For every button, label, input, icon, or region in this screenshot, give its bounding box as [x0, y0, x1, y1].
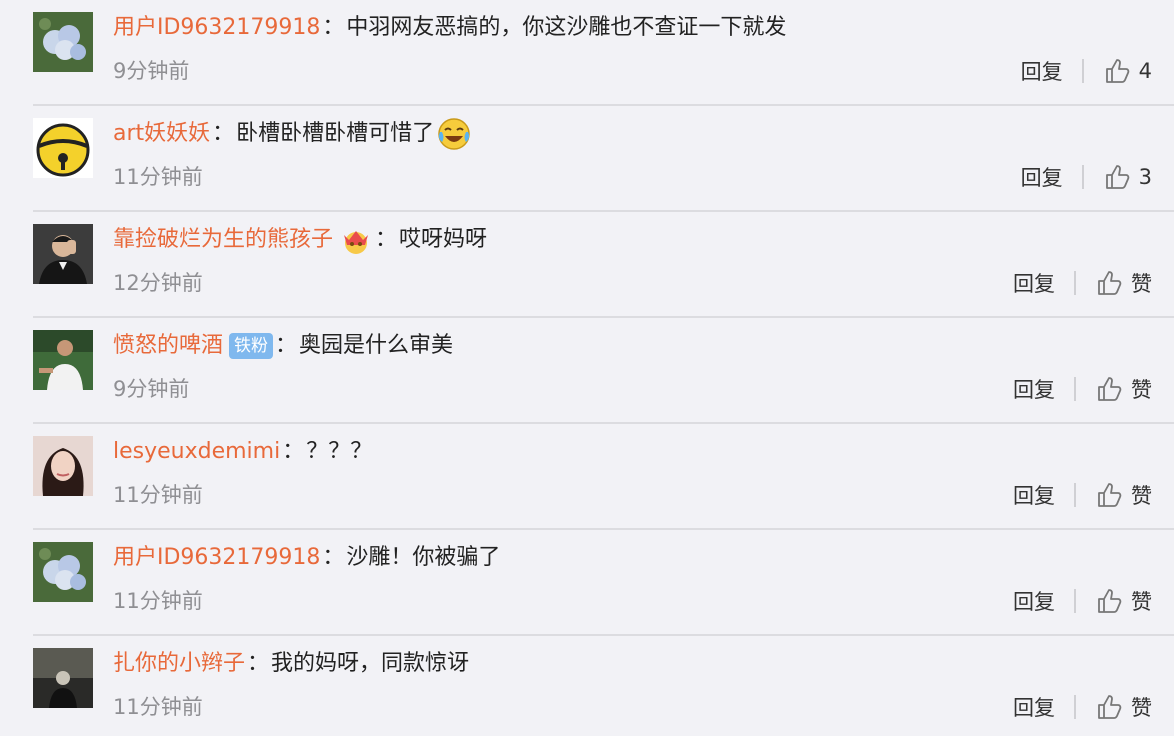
- divider: [1074, 695, 1076, 719]
- like-button[interactable]: 4: [1103, 57, 1152, 85]
- timestamp: 11分钟前: [113, 589, 203, 613]
- woman-portrait-avatar[interactable]: [33, 436, 93, 496]
- username-link[interactable]: 扎你的小辫子: [113, 646, 245, 682]
- yellow-bell-avatar[interactable]: [33, 118, 93, 178]
- like-label: 赞: [1131, 590, 1152, 614]
- like-count: 4: [1138, 59, 1152, 83]
- reply-button[interactable]: 回复: [1013, 374, 1055, 404]
- comment-text: 中羽网友恶搞的，你这沙雕也不查证一下就发: [346, 15, 787, 40]
- comment-actions: 回复 4: [1021, 56, 1152, 86]
- hydrangea-avatar[interactable]: [33, 12, 93, 72]
- username-link[interactable]: 用户ID9632179918: [113, 10, 320, 46]
- man-in-suit-avatar[interactable]: [33, 224, 93, 284]
- comment-line: art妖妖妖：卧槽卧槽卧槽可惜了: [113, 116, 472, 152]
- timestamp: 12分钟前: [113, 271, 203, 295]
- divider: [1081, 165, 1084, 189]
- separator: ：: [375, 227, 398, 252]
- reply-button[interactable]: 回复: [1013, 480, 1055, 510]
- comment-actions: 回复 赞: [1013, 374, 1152, 404]
- timestamp: 9分钟前: [113, 59, 190, 83]
- comment-text: 哎呀妈呀: [399, 227, 488, 252]
- comment-list: 用户ID9632179918：中羽网友恶搞的，你这沙雕也不查证一下就发 9分钟前…: [0, 0, 1174, 736]
- comment-text: 卧槽卧槽卧槽可惜了: [236, 121, 435, 146]
- comment-line: 用户ID9632179918：中羽网友恶搞的，你这沙雕也不查证一下就发: [113, 10, 786, 46]
- reply-button[interactable]: 回复: [1013, 692, 1055, 722]
- comment-item: lesyeuxdemimi：？？？ 11分钟前 回复 赞: [0, 424, 1174, 530]
- like-label: 赞: [1131, 696, 1152, 720]
- divider: [1081, 59, 1084, 83]
- comment-line: 用户ID9632179918：沙雕！你被骗了: [113, 540, 500, 576]
- comment-line: lesyeuxdemimi：？？？: [113, 434, 372, 470]
- comment-text: 沙雕！你被骗了: [346, 545, 501, 570]
- divider: [1074, 271, 1076, 295]
- hydrangea-avatar[interactable]: [33, 542, 93, 602]
- vip-crown-icon: [344, 231, 369, 254]
- thumbs-up-icon: [1098, 483, 1122, 507]
- separator: ：: [247, 651, 270, 676]
- comment-text: 我的妈呀，同款惊讶: [271, 651, 470, 676]
- username-link[interactable]: lesyeuxdemimi: [113, 434, 280, 470]
- reply-button[interactable]: 回复: [1021, 56, 1063, 86]
- separator: ：: [282, 439, 305, 464]
- separator: ：: [322, 15, 345, 40]
- like-button[interactable]: 赞: [1095, 692, 1152, 722]
- comment-actions: 回复 赞: [1013, 480, 1152, 510]
- comment-text: 奥园是什么审美: [299, 333, 454, 358]
- username-link[interactable]: 愤怒的啤酒: [113, 328, 223, 364]
- thumbs-up-icon: [1098, 589, 1122, 613]
- fan-badge: 铁粉: [229, 333, 274, 359]
- thumbs-up-icon: [1098, 695, 1122, 719]
- comment-line: 靠捡破烂为生的熊孩子 ：哎呀妈呀: [113, 222, 487, 258]
- thumbs-up-icon: [1105, 59, 1129, 83]
- reply-button[interactable]: 回复: [1021, 162, 1063, 192]
- like-button[interactable]: 赞: [1095, 480, 1152, 510]
- comment-actions: 回复 赞: [1013, 268, 1152, 298]
- comment-line: 扎你的小辫子：我的妈呀，同款惊讶: [113, 646, 469, 682]
- username-link[interactable]: art妖妖妖: [113, 116, 210, 152]
- thumbs-up-icon: [1098, 271, 1122, 295]
- comment-actions: 回复 赞: [1013, 692, 1152, 722]
- separator: ：: [275, 333, 298, 358]
- tennis-player-avatar[interactable]: [33, 330, 93, 390]
- comment-item: 用户ID9632179918：中羽网友恶搞的，你这沙雕也不查证一下就发 9分钟前…: [0, 0, 1174, 106]
- timestamp: 11分钟前: [113, 695, 203, 719]
- laugh-cry-emoji: [438, 118, 470, 150]
- comment-item: art妖妖妖：卧槽卧槽卧槽可惜了 11分钟前 回复 3: [0, 106, 1174, 212]
- like-button[interactable]: 赞: [1095, 268, 1152, 298]
- like-label: 赞: [1131, 378, 1152, 402]
- comment-text: ？？？: [306, 439, 373, 464]
- username-link[interactable]: 用户ID9632179918: [113, 540, 320, 576]
- thumbs-up-icon: [1098, 377, 1122, 401]
- like-button[interactable]: 赞: [1095, 586, 1152, 616]
- timestamp: 11分钟前: [113, 165, 203, 189]
- dark-figure-avatar[interactable]: [33, 648, 93, 708]
- comment-item: 扎你的小辫子：我的妈呀，同款惊讶 11分钟前 回复 赞: [0, 636, 1174, 736]
- separator: ：: [212, 121, 235, 146]
- like-label: 赞: [1131, 272, 1152, 296]
- like-button[interactable]: 3: [1103, 163, 1152, 191]
- divider: [1074, 483, 1076, 507]
- reply-button[interactable]: 回复: [1013, 268, 1055, 298]
- comment-line: 愤怒的啤酒 铁粉 ：奥园是什么审美: [113, 328, 453, 364]
- comment-actions: 回复 赞: [1013, 586, 1152, 616]
- divider: [1074, 377, 1076, 401]
- comment-actions: 回复 3: [1021, 162, 1152, 192]
- like-count: 3: [1138, 165, 1152, 189]
- comment-item: 靠捡破烂为生的熊孩子 ：哎呀妈呀 12分钟前 回复 赞: [0, 212, 1174, 318]
- username-link[interactable]: 靠捡破烂为生的熊孩子: [113, 222, 333, 258]
- timestamp: 9分钟前: [113, 377, 190, 401]
- thumbs-up-icon: [1105, 165, 1129, 189]
- divider: [1074, 589, 1076, 613]
- like-button[interactable]: 赞: [1095, 374, 1152, 404]
- timestamp: 11分钟前: [113, 483, 203, 507]
- reply-button[interactable]: 回复: [1013, 586, 1055, 616]
- like-label: 赞: [1131, 484, 1152, 508]
- comment-item: 愤怒的啤酒 铁粉 ：奥园是什么审美 9分钟前 回复 赞: [0, 318, 1174, 424]
- separator: ：: [322, 545, 345, 570]
- comment-item: 用户ID9632179918：沙雕！你被骗了 11分钟前 回复 赞: [0, 530, 1174, 636]
